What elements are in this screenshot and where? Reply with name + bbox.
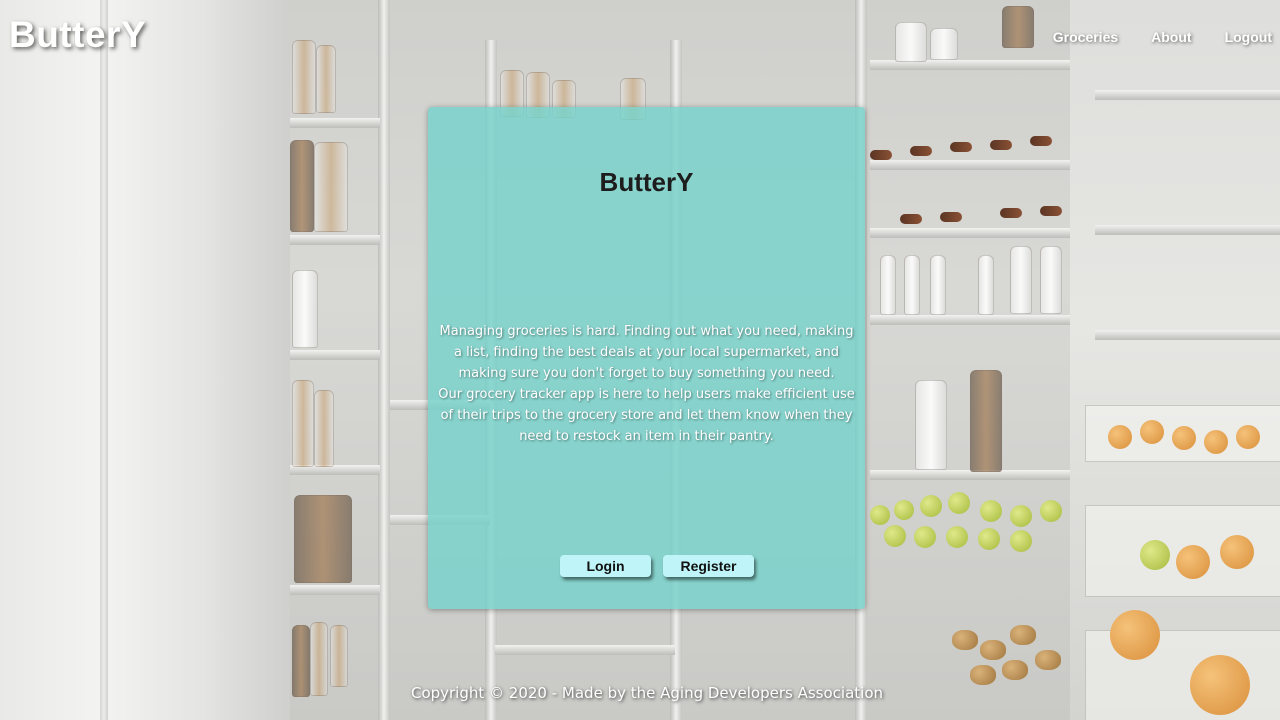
app-description: Managing groceries is hard. Finding out … [438, 321, 855, 447]
footer-copyright: Copyright © 2020 - Made by the Aging Dev… [410, 684, 884, 702]
nav-link-about[interactable]: About [1118, 27, 1191, 47]
register-button[interactable]: Register [663, 555, 754, 577]
auth-buttons: Login Register [428, 555, 865, 577]
description-paragraph: Managing groceries is hard. Finding out … [439, 324, 854, 381]
nav-link-groceries[interactable]: Groceries [1020, 27, 1118, 47]
card-title: ButterY [599, 167, 694, 197]
welcome-card: ButterY Managing groceries is hard. Find… [428, 107, 865, 609]
nav-link-logout[interactable]: Logout [1192, 27, 1272, 47]
login-button[interactable]: Login [560, 555, 651, 577]
description-paragraph: Our grocery tracker app is here to help … [438, 387, 855, 444]
top-nav: Groceries About Logout [1020, 27, 1272, 47]
brand-logo[interactable]: ButterY [9, 14, 146, 56]
